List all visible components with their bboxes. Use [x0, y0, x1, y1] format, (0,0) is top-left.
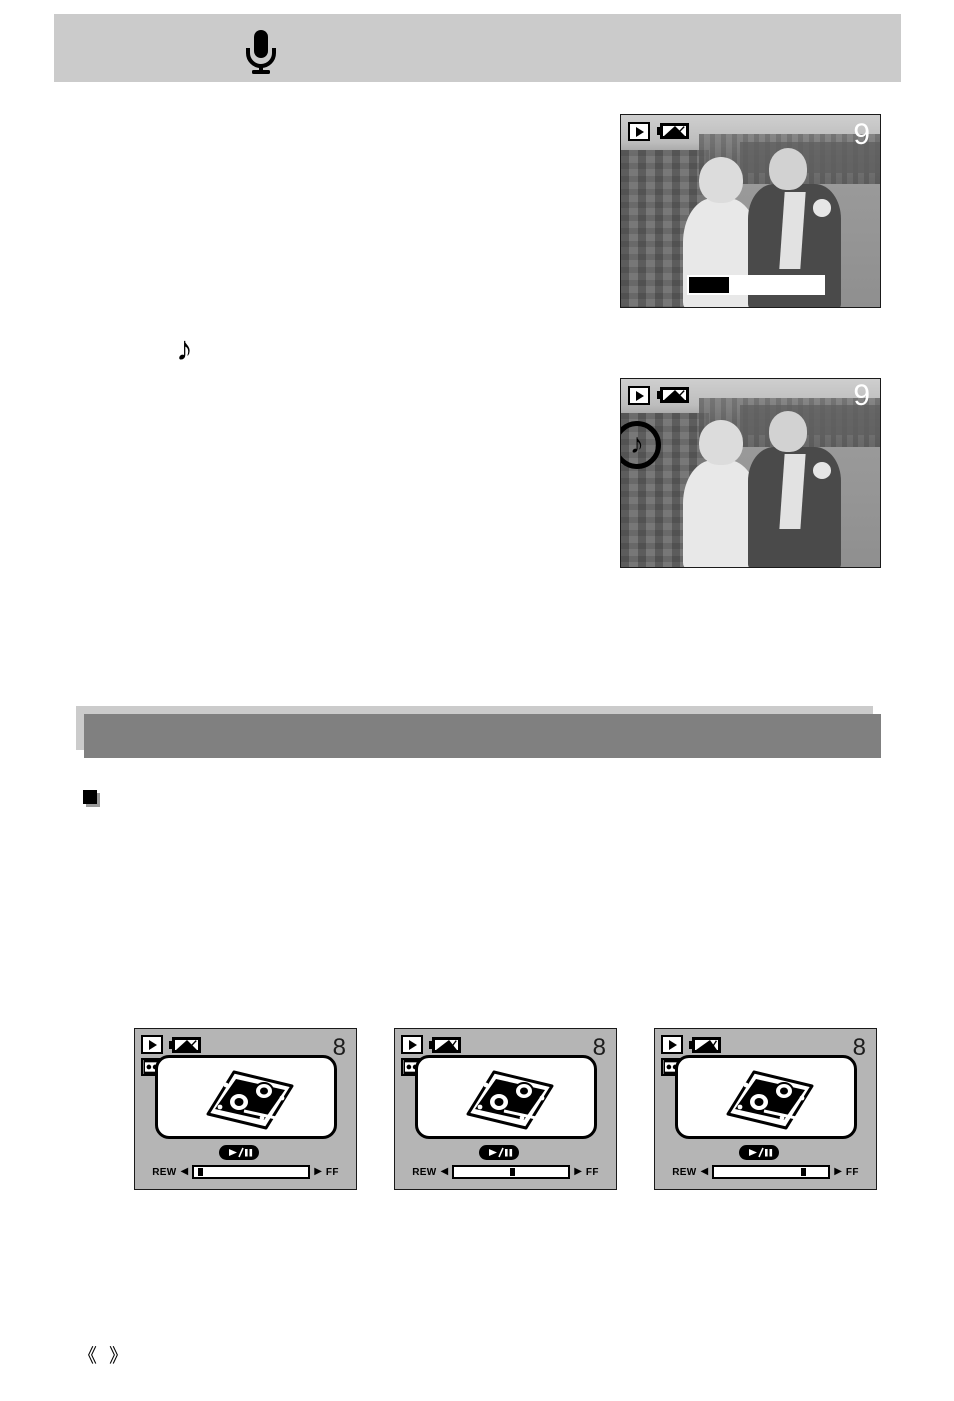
playback-mode-icon: [401, 1035, 423, 1054]
rew-label: REW: [412, 1166, 437, 1178]
lcd-screen-recording-voice-memo: 9: [620, 114, 881, 308]
voice-playback-panel: [155, 1055, 337, 1139]
photo-figure-groom-head: [768, 147, 808, 190]
rew-arrow-icon[interactable]: ◀: [701, 1167, 709, 1177]
photo-figure-groom-flower: [812, 199, 831, 217]
ff-arrow-icon[interactable]: ▶: [314, 1167, 322, 1177]
playback-mode-icon: [628, 386, 650, 405]
battery-icon: [657, 387, 689, 403]
voice-recording-progress-bar: [687, 275, 825, 295]
ff-label: FF: [325, 1166, 339, 1178]
lcd-screen-voice-playback-later: 8 REW ◀ ▶ FF: [654, 1028, 877, 1190]
footer: 《 》: [78, 1341, 128, 1368]
photo-figure-bride-body: [683, 459, 759, 567]
play-pause-icon: [479, 1145, 519, 1160]
cassette-tape-icon: [204, 1068, 296, 1137]
photo-figure-groom-flower: [812, 461, 831, 479]
battery-icon: [429, 1037, 461, 1053]
lcd-screen-voice-playback-middle: 8 REW ◀ ▶ FF: [394, 1028, 617, 1190]
transport-controls: REW ◀ ▶ FF: [669, 1163, 862, 1181]
frame-counter: 9: [853, 118, 870, 151]
ff-label: FF: [845, 1166, 859, 1178]
playback-mode-icon: [141, 1035, 163, 1054]
cassette-tape-icon: [464, 1068, 556, 1137]
playback-position-marker[interactable]: [510, 1168, 516, 1176]
cassette-tape-icon: [724, 1068, 816, 1137]
square-bullet: [83, 790, 97, 804]
ff-arrow-icon[interactable]: ▶: [834, 1167, 842, 1177]
microphone-icon: [240, 28, 282, 76]
frame-counter: 8: [332, 1034, 346, 1061]
playback-mode-icon: [661, 1035, 683, 1054]
rew-label: REW: [152, 1166, 177, 1178]
voice-playback-panel: [415, 1055, 597, 1139]
battery-icon: [689, 1037, 721, 1053]
photo-figure-bride-head: [698, 157, 743, 204]
voice-playback-panel: [675, 1055, 857, 1139]
rew-label: REW: [672, 1166, 697, 1178]
playback-position-marker[interactable]: [800, 1168, 806, 1176]
photo-figure-bride-head: [698, 420, 743, 466]
battery-icon: [657, 123, 689, 139]
lcd-screen-voice-memo-attached: 9 ♪: [620, 378, 881, 568]
play-pause-icon: [219, 1145, 259, 1160]
section-header-voice-playback: [76, 706, 881, 758]
battery-icon: [169, 1037, 201, 1053]
photo-background: [621, 379, 880, 567]
footer-bracket-open: 《: [78, 1346, 98, 1367]
playback-position-slider[interactable]: [452, 1165, 571, 1179]
rew-arrow-icon[interactable]: ◀: [181, 1167, 189, 1177]
music-note-glyph-inner: ♪: [630, 428, 644, 459]
ff-arrow-icon[interactable]: ▶: [574, 1167, 582, 1177]
playback-position-marker[interactable]: [197, 1168, 203, 1176]
transport-controls: REW ◀ ▶ FF: [149, 1163, 342, 1181]
footer-bracket-close: 》: [109, 1346, 129, 1367]
frame-counter: 8: [592, 1034, 606, 1061]
ff-label: FF: [585, 1166, 599, 1178]
playback-position-slider[interactable]: [712, 1165, 831, 1179]
playback-mode-icon: [628, 122, 650, 141]
voice-recording-progress-fill: [689, 277, 730, 293]
section-header-voice-memo: [54, 14, 901, 82]
play-pause-icon: [739, 1145, 779, 1160]
frame-counter: 9: [853, 379, 870, 412]
music-note-glyph: ♪: [176, 330, 193, 368]
frame-counter: 8: [852, 1034, 866, 1061]
rew-arrow-icon[interactable]: ◀: [441, 1167, 449, 1177]
lcd-screen-voice-playback-start: 8 REW ◀ ▶ FF: [134, 1028, 357, 1190]
manual-page: ♪ 9 9 ♪ 8 REW ◀ ▶ FF 8 REW ◀ ▶ FF 8 REW …: [0, 0, 954, 1401]
transport-controls: REW ◀ ▶ FF: [409, 1163, 602, 1181]
photo-figure-groom-head: [768, 410, 808, 453]
playback-position-slider[interactable]: [192, 1165, 311, 1179]
